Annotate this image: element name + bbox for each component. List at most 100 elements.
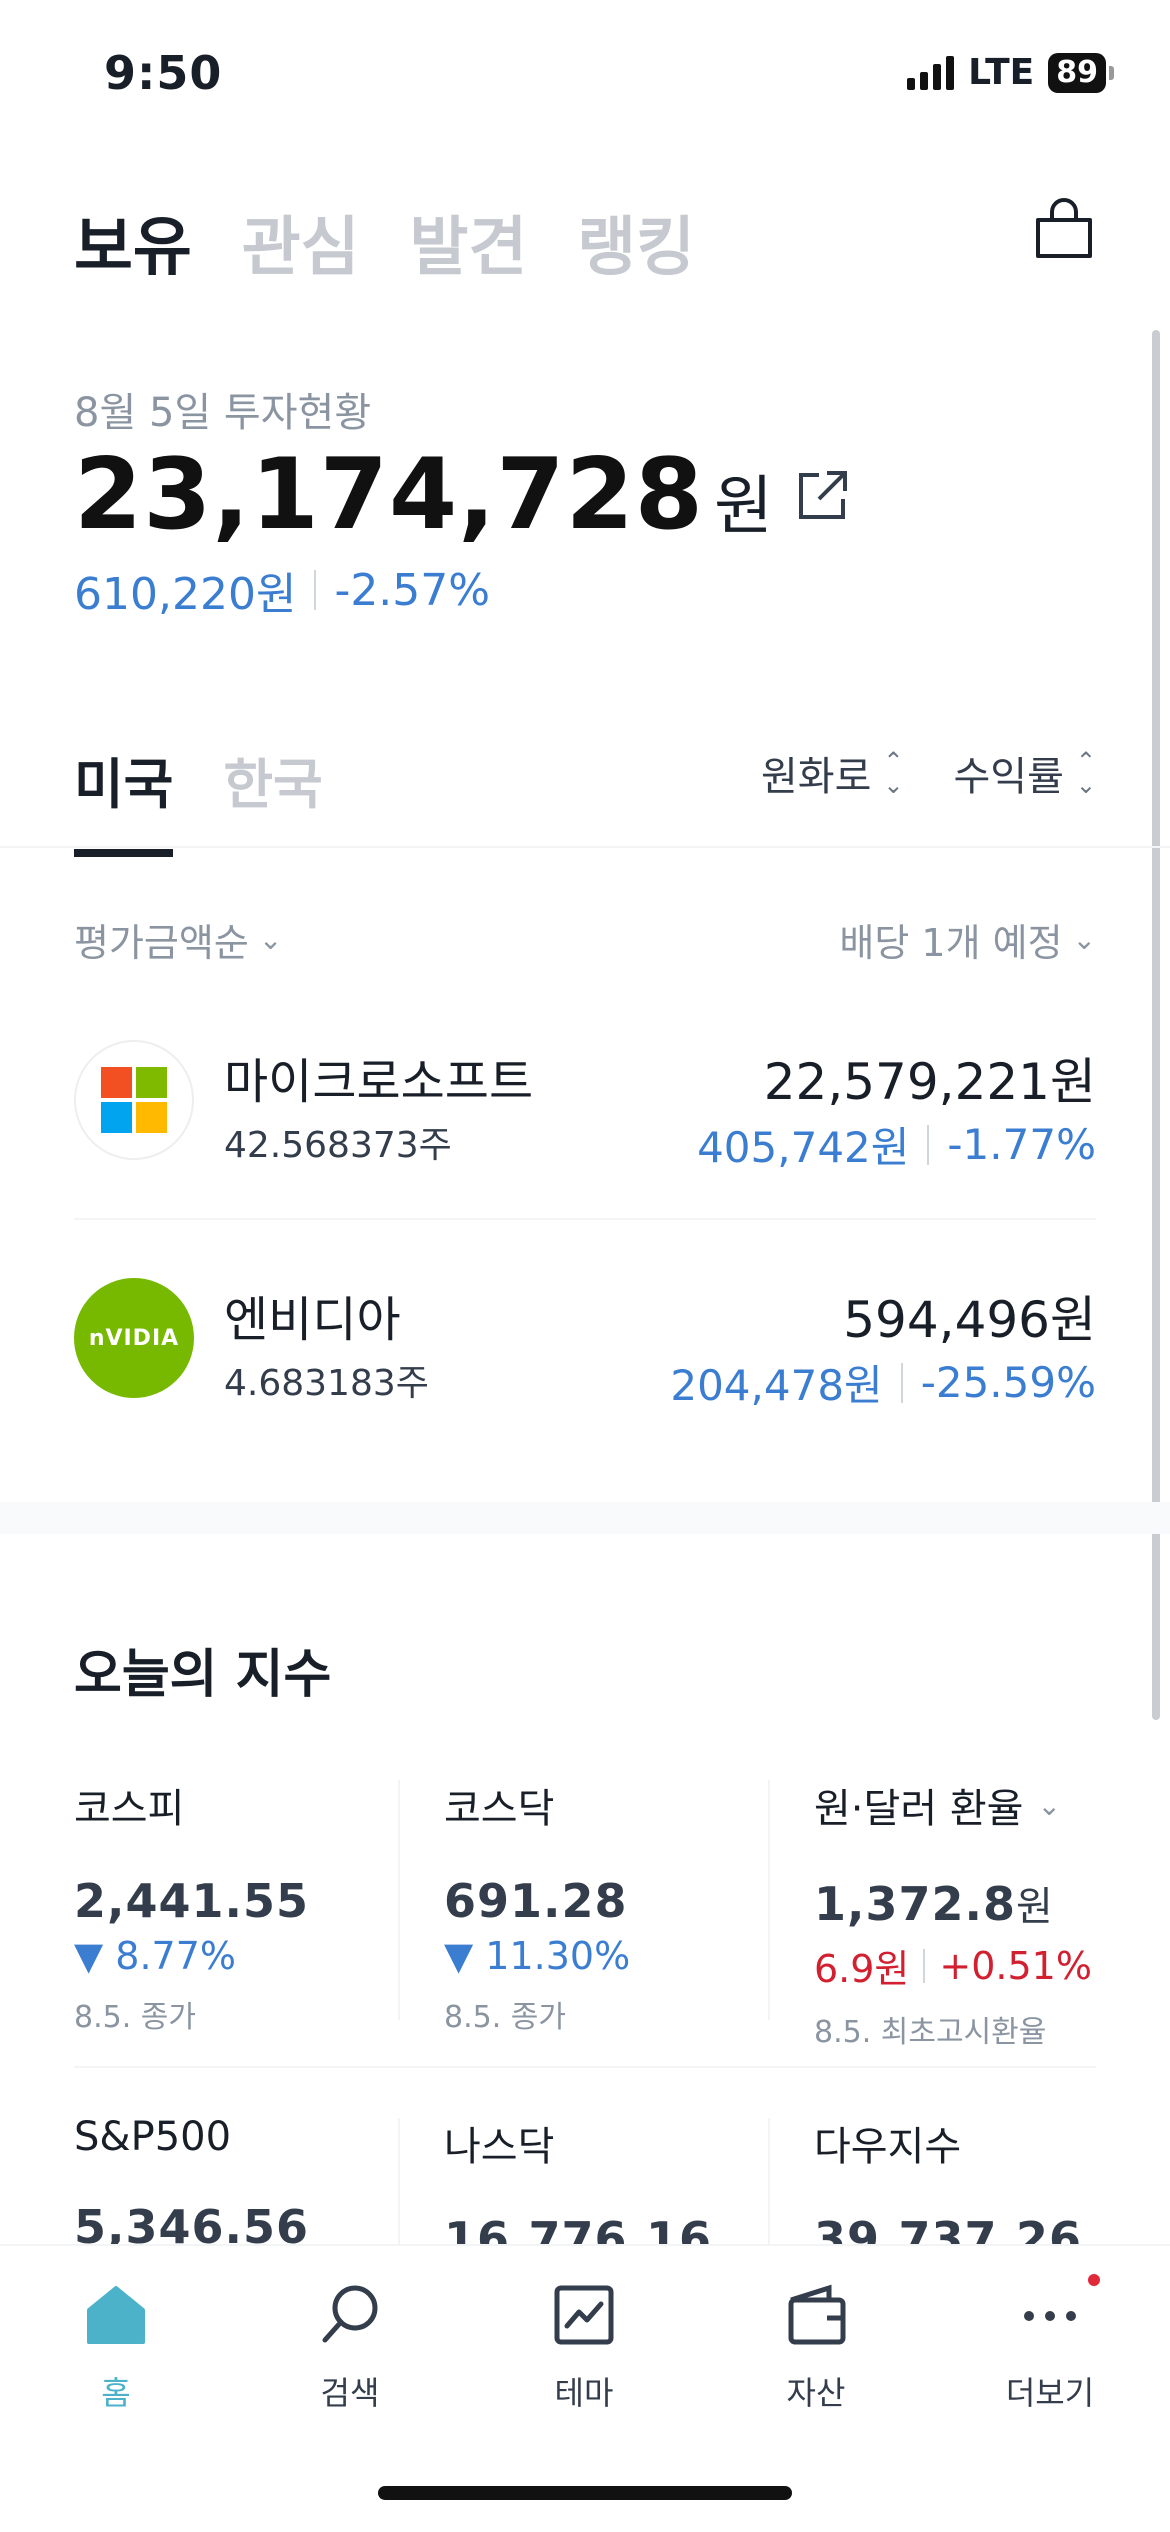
index-name: 다우지수	[814, 2124, 962, 2170]
home-indicator	[378, 2486, 792, 2500]
summary-change: 610,220원 -2.57%	[74, 558, 490, 622]
currency-toggle[interactable]: 원화로 ⌃ ⌄	[761, 744, 904, 802]
index-name: 나스닥	[444, 2124, 555, 2170]
tab-holdings[interactable]: 보유	[74, 196, 192, 288]
nvidia-logo-text: nVIDIA	[88, 1325, 180, 1351]
tab-us[interactable]: 미국	[74, 740, 174, 857]
holding-row[interactable]: nVIDIA 엔비디아 4.683183주 594,496원 204,478원 …	[74, 1278, 1096, 1448]
dividend-label: 배당 1개 예정	[839, 921, 1063, 965]
metric-label: 수익률	[953, 754, 1064, 800]
index-sp500[interactable]: S&P500 5,346.56	[74, 2114, 374, 2254]
holding-quantity: 4.683183주	[224, 1363, 429, 1404]
total-unit: 원	[713, 470, 773, 544]
sort-controls: 원화로 ⌃ ⌄ 수익률 ⌃ ⌄	[761, 744, 1096, 802]
battery-level: 89	[1048, 52, 1106, 93]
nav-label: 홈	[101, 2374, 131, 2412]
holding-name: 마이크로소프트	[224, 1054, 534, 1110]
index-note: 8.5. 종가	[74, 2000, 196, 2035]
index-note: 8.5. 종가	[444, 2000, 566, 2035]
metric-toggle[interactable]: 수익률 ⌃ ⌄	[953, 744, 1096, 802]
holding-value: 22,579,221원	[763, 1053, 1096, 1111]
status-indicators: LTE 89	[907, 52, 1114, 93]
wallet-icon	[788, 2284, 846, 2345]
holding-change-percent: -25.59%	[920, 1358, 1096, 1407]
total-assets: 23,174,728 원	[74, 438, 853, 552]
nav-assets[interactable]: 자산	[736, 2280, 896, 2414]
microsoft-logo-icon	[74, 1040, 194, 1160]
index-value-row: 1,372.8원	[814, 1874, 1114, 1932]
change-percent: -2.57%	[334, 564, 491, 616]
dividend-dropdown[interactable]: 배당 1개 예정 ⌄	[839, 912, 1096, 967]
tab-discover[interactable]: 발견	[410, 196, 528, 288]
index-name: 원·달러 환율	[814, 1786, 1024, 1832]
index-usd-krw[interactable]: 원·달러 환율 ⌄ 1,372.8원 6.9원 +0.51% 8.5. 최초고시…	[814, 1776, 1114, 2051]
holding-change: 405,742원 -1.77%	[697, 1114, 1096, 1175]
holding-row[interactable]: 마이크로소프트 42.568373주 22,579,221원 405,742원 …	[74, 1040, 1096, 1210]
external-link-icon[interactable]	[793, 465, 853, 525]
holding-quantity: 42.568373주	[224, 1125, 452, 1166]
index-name-dropdown[interactable]: 원·달러 환율 ⌄	[814, 1776, 1114, 1834]
index-change: 6.9원 +0.51%	[814, 1938, 1114, 1993]
index-value: 691.28	[444, 1874, 628, 1928]
chevron-down-icon: ⌄	[1072, 923, 1096, 956]
nav-label: 더보기	[1005, 2374, 1095, 2412]
sort-arrows-icon: ⌃ ⌄	[1075, 747, 1096, 799]
indices-title: 오늘의 지수	[74, 1645, 332, 1705]
holding-value: 594,496원	[843, 1291, 1096, 1349]
index-note: 8.5. 최초고시환율	[814, 2015, 1047, 2050]
divider	[398, 2118, 400, 2244]
market-tabs: 미국 한국	[74, 740, 323, 857]
holding-name: 엔비디아	[224, 1292, 401, 1348]
chevron-down-icon: ⌄	[1037, 1788, 1061, 1822]
nav-label: 검색	[320, 2374, 380, 2412]
nav-theme[interactable]: 테마	[504, 2280, 664, 2414]
nav-label: 자산	[786, 2374, 846, 2412]
notification-dot	[1088, 2274, 1100, 2286]
nav-label: 테마	[554, 2374, 614, 2412]
index-change: ▼ 11.30%	[444, 1934, 631, 1978]
divider	[0, 846, 1170, 848]
divider	[768, 1780, 770, 2020]
filter-row: 평가금액순 ⌄ 배당 1개 예정 ⌄	[74, 912, 1096, 967]
total-value: 23,174,728	[74, 438, 704, 552]
index-name: 코스닥	[444, 1786, 555, 1832]
tab-korea[interactable]: 한국	[223, 740, 322, 843]
holding-change-amount: 204,478원	[670, 1361, 883, 1410]
tab-watchlist[interactable]: 관심	[242, 196, 360, 288]
index-name: S&P500	[74, 2114, 232, 2160]
holding-change-amount: 405,742원	[697, 1123, 910, 1172]
divider	[74, 1218, 1096, 1220]
home-icon	[87, 2286, 145, 2344]
more-icon	[1024, 2311, 1076, 2321]
top-tabs: 보유 관심 발견 랭킹	[74, 196, 695, 288]
divider	[74, 2066, 1096, 2068]
divider	[768, 2118, 770, 2244]
search-icon	[322, 2285, 378, 2343]
chart-icon	[554, 2285, 614, 2345]
index-unit: 원	[1015, 1884, 1054, 1930]
index-name: 코스피	[74, 1786, 185, 1832]
index-change: ▼ 8.77%	[74, 1934, 237, 1978]
index-kospi[interactable]: 코스피 2,441.55 ▼ 8.77% 8.5. 종가	[74, 1776, 374, 2036]
change-amount: 610,220원	[74, 569, 297, 620]
battery-icon: 89	[1048, 52, 1114, 93]
index-change-percent: +0.51%	[939, 1943, 1092, 1988]
index-change-amount: 6.9원	[814, 1947, 910, 1991]
shopping-bag-icon[interactable]	[1032, 198, 1096, 262]
nav-more[interactable]: 더보기	[970, 2274, 1130, 2414]
nvidia-logo-icon: nVIDIA	[74, 1278, 194, 1398]
summary-date: 8월 5일 투자현황	[74, 390, 372, 436]
nav-home[interactable]: 홈	[36, 2280, 196, 2414]
holding-change-percent: -1.77%	[947, 1120, 1096, 1169]
network-type: LTE	[968, 52, 1035, 93]
section-separator	[0, 1502, 1170, 1534]
tab-ranking[interactable]: 랭킹	[577, 196, 695, 288]
currency-label: 원화로	[760, 754, 872, 800]
sort-order-dropdown[interactable]: 평가금액순 ⌄	[74, 912, 282, 967]
sort-order-label: 평가금액순	[74, 921, 249, 965]
nav-search[interactable]: 검색	[270, 2280, 430, 2414]
status-bar: 9:50 LTE 89	[0, 0, 1170, 150]
sort-arrows-icon: ⌃ ⌄	[883, 747, 904, 799]
index-kosdaq[interactable]: 코스닥 691.28 ▼ 11.30% 8.5. 종가	[444, 1776, 744, 2036]
divider	[398, 1780, 400, 2020]
